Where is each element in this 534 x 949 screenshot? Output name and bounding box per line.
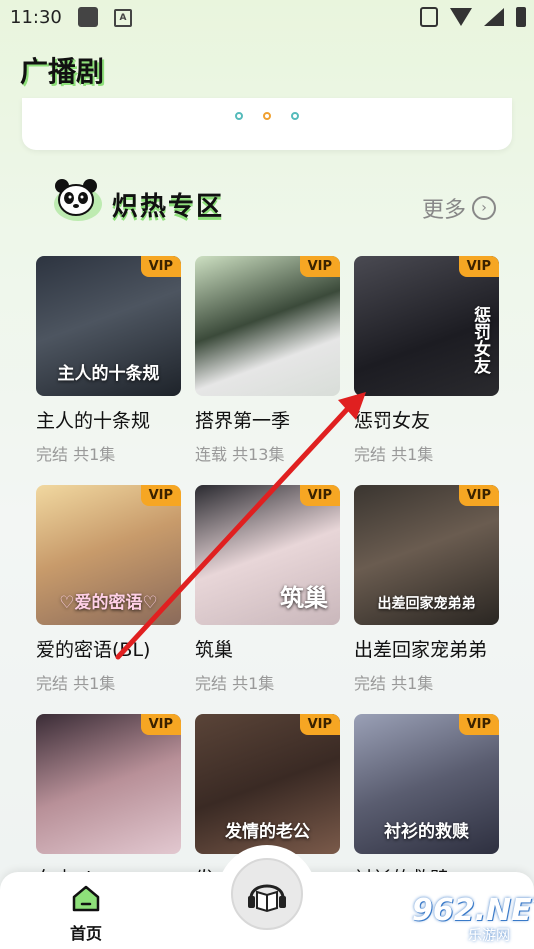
drama-card[interactable]: VIP 搭界第一季 连载 共13集 <box>195 256 340 465</box>
vip-badge: VIP <box>458 256 499 277</box>
banner-carousel[interactable] <box>22 98 512 150</box>
chevron-right-icon: › <box>472 196 496 220</box>
carousel-dot-active[interactable] <box>263 112 271 120</box>
card-meta: 完结 共1集 <box>354 674 434 693</box>
cover-image[interactable]: VIP 发情的老公 <box>195 714 340 854</box>
cover-image[interactable]: VIP 筑巢 <box>195 485 340 625</box>
watermark-logo: 962.NET 乐游网 <box>398 893 534 947</box>
notification-icon <box>78 7 98 27</box>
cover-title: 衬衫的救赎 <box>384 822 469 842</box>
vip-badge: VIP <box>140 714 181 735</box>
vip-badge: VIP <box>140 256 181 277</box>
card-title[interactable]: 筑巢 <box>195 635 340 662</box>
cover-title: 主人的十条规 <box>57 364 160 384</box>
drama-card[interactable]: VIP ♡爱的密语♡ 爱的密语(BL) 完结 共1集 <box>36 485 181 694</box>
card-meta: 完结 共1集 <box>36 674 116 693</box>
section-title: 炽热专区 <box>112 192 225 222</box>
cover-image[interactable]: VIP 出差回家宠弟弟 <box>354 485 499 625</box>
section-header: 炽热专区 更多 › <box>42 176 502 236</box>
card-title[interactable]: 主人的十条规 <box>36 406 181 433</box>
card-meta: 完结 共1集 <box>195 674 275 693</box>
status-bar: 11:30 A <box>0 0 534 36</box>
cover-title: 筑巢 <box>280 584 328 612</box>
home-label: 首页 <box>69 924 102 943</box>
cover-image[interactable]: VIP 惩罚女友 <box>354 256 499 396</box>
vip-badge: VIP <box>140 485 181 506</box>
carousel-indicator <box>22 112 512 120</box>
card-title[interactable]: 搭界第一季 <box>195 406 340 433</box>
carousel-dot[interactable] <box>291 112 299 120</box>
drama-card[interactable]: VIP 筑巢 筑巢 完结 共1集 <box>195 485 340 694</box>
vip-badge: VIP <box>458 714 499 735</box>
cover-image[interactable]: VIP 主人的十条规 <box>36 256 181 396</box>
vibrate-icon <box>420 7 438 27</box>
headphones-book-icon <box>248 884 286 913</box>
home-icon <box>72 885 100 912</box>
status-time: 11:30 <box>10 7 62 28</box>
carousel-dot[interactable] <box>235 112 243 120</box>
cover-title: 出差回家宠弟弟 <box>377 596 476 612</box>
cover-image[interactable]: VIP <box>36 714 181 854</box>
card-title[interactable]: 惩罚女友 <box>354 406 499 433</box>
watermark-net: 962.NET <box>412 893 534 928</box>
vip-badge: VIP <box>299 714 340 735</box>
drama-card[interactable]: VIP 主人的十条规 主人的十条规 完结 共1集 <box>36 256 181 465</box>
wifi-icon <box>450 8 472 26</box>
more-link[interactable]: 更多 › <box>422 192 496 224</box>
card-title[interactable]: 出差回家宠弟弟 <box>354 635 499 662</box>
cover-title: 发情的老公 <box>225 822 310 842</box>
vip-badge: VIP <box>299 256 340 277</box>
battery-icon <box>516 7 526 27</box>
card-meta: 完结 共1集 <box>36 445 116 464</box>
input-method-icon: A <box>114 9 132 27</box>
signal-icon <box>484 8 504 26</box>
vip-badge: VIP <box>299 485 340 506</box>
page-title: 广播剧 <box>20 55 105 88</box>
card-meta: 完结 共1集 <box>354 445 434 464</box>
vip-badge: VIP <box>458 485 499 506</box>
panda-icon <box>54 179 102 221</box>
cover-image[interactable]: VIP <box>195 256 340 396</box>
nav-home[interactable]: 首页 <box>62 884 110 944</box>
card-meta: 连载 共13集 <box>195 445 285 464</box>
cover-title: ♡爱的密语♡ <box>59 593 158 613</box>
cover-image[interactable]: VIP 衬衫的救赎 <box>354 714 499 854</box>
cover-title: 惩罚女友 <box>470 306 490 374</box>
watermark-sub: 乐游网 <box>468 928 510 944</box>
drama-card[interactable]: VIP 惩罚女友 惩罚女友 完结 共1集 <box>354 256 499 465</box>
cover-image[interactable]: VIP ♡爱的密语♡ <box>36 485 181 625</box>
player-button[interactable] <box>231 858 303 930</box>
drama-card[interactable]: VIP 出差回家宠弟弟 出差回家宠弟弟 完结 共1集 <box>354 485 499 694</box>
card-title[interactable]: 爱的密语(BL) <box>36 635 181 662</box>
more-label: 更多 <box>421 198 466 223</box>
